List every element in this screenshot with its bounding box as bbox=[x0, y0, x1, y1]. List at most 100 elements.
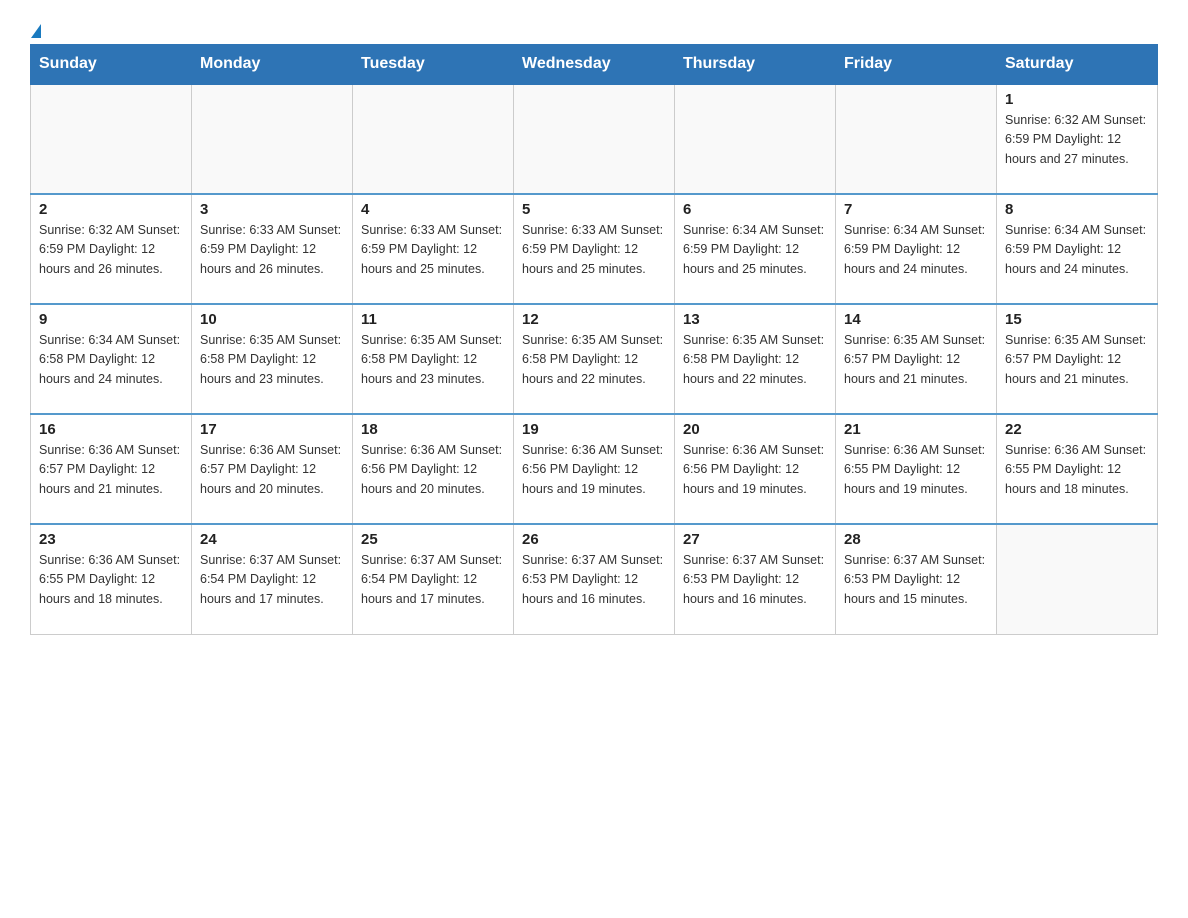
day-number: 27 bbox=[683, 531, 827, 548]
day-cell: 4 Sunrise: 6:33 AM Sunset: 6:59 PM Daylig… bbox=[353, 194, 514, 304]
day-cell bbox=[353, 84, 514, 194]
day-cell: 21 Sunrise: 6:36 AM Sunset: 6:55 PM Dayli… bbox=[836, 414, 997, 524]
day-number: 8 bbox=[1005, 201, 1149, 218]
calendar-table: SundayMondayTuesdayWednesdayThursdayFrid… bbox=[30, 44, 1158, 635]
day-header-friday: Friday bbox=[836, 45, 997, 85]
day-cell: 3 Sunrise: 6:33 AM Sunset: 6:59 PM Daylig… bbox=[192, 194, 353, 304]
day-info: Sunrise: 6:32 AM Sunset: 6:59 PM Dayligh… bbox=[1005, 111, 1149, 169]
day-cell bbox=[31, 84, 192, 194]
day-header-sunday: Sunday bbox=[31, 45, 192, 85]
day-info: Sunrise: 6:33 AM Sunset: 6:59 PM Dayligh… bbox=[361, 221, 505, 279]
week-row-2: 2Sunrise: 6:32 AM Sunset: 6:59 PM Daylig… bbox=[31, 194, 1158, 304]
day-number: 17 bbox=[200, 421, 344, 438]
day-number: 14 bbox=[844, 311, 988, 328]
day-cell: 13Sunrise: 6:35 AM Sunset: 6:58 PM Dayli… bbox=[675, 304, 836, 414]
day-cell: 15 Sunrise: 6:35 AM Sunset: 6:57 PM Dayli… bbox=[997, 304, 1158, 414]
day-cell: 6Sunrise: 6:34 AM Sunset: 6:59 PM Daylig… bbox=[675, 194, 836, 304]
day-cell: 22 Sunrise: 6:36 AM Sunset: 6:55 PM Dayli… bbox=[997, 414, 1158, 524]
week-row-4: 16 Sunrise: 6:36 AM Sunset: 6:57 PM Dayli… bbox=[31, 414, 1158, 524]
day-header-tuesday: Tuesday bbox=[353, 45, 514, 85]
day-cell: 17 Sunrise: 6:36 AM Sunset: 6:57 PM Dayli… bbox=[192, 414, 353, 524]
day-info: Sunrise: 6:36 AM Sunset: 6:55 PM Dayligh… bbox=[39, 551, 183, 609]
days-header-row: SundayMondayTuesdayWednesdayThursdayFrid… bbox=[31, 45, 1158, 85]
day-info: Sunrise: 6:35 AM Sunset: 6:58 PM Dayligh… bbox=[361, 331, 505, 389]
day-header-saturday: Saturday bbox=[997, 45, 1158, 85]
day-cell bbox=[836, 84, 997, 194]
day-info: Sunrise: 6:37 AM Sunset: 6:53 PM Dayligh… bbox=[844, 551, 988, 609]
day-cell: 11 Sunrise: 6:35 AM Sunset: 6:58 PM Dayli… bbox=[353, 304, 514, 414]
day-info: Sunrise: 6:37 AM Sunset: 6:53 PM Dayligh… bbox=[522, 551, 666, 609]
day-info: Sunrise: 6:37 AM Sunset: 6:54 PM Dayligh… bbox=[200, 551, 344, 609]
day-info: Sunrise: 6:35 AM Sunset: 6:57 PM Dayligh… bbox=[1005, 331, 1149, 389]
page-header bbox=[30, 20, 1158, 34]
day-number: 21 bbox=[844, 421, 988, 438]
day-info: Sunrise: 6:34 AM Sunset: 6:58 PM Dayligh… bbox=[39, 331, 183, 389]
day-cell: 26 Sunrise: 6:37 AM Sunset: 6:53 PM Dayli… bbox=[514, 524, 675, 634]
day-number: 7 bbox=[844, 201, 988, 218]
logo-triangle-icon bbox=[31, 24, 41, 38]
day-number: 25 bbox=[361, 531, 505, 548]
day-number: 22 bbox=[1005, 421, 1149, 438]
day-cell bbox=[997, 524, 1158, 634]
day-number: 11 bbox=[361, 311, 505, 328]
day-number: 16 bbox=[39, 421, 183, 438]
day-info: Sunrise: 6:36 AM Sunset: 6:57 PM Dayligh… bbox=[200, 441, 344, 499]
day-info: Sunrise: 6:36 AM Sunset: 6:55 PM Dayligh… bbox=[1005, 441, 1149, 499]
day-number: 10 bbox=[200, 311, 344, 328]
day-number: 20 bbox=[683, 421, 827, 438]
day-number: 2 bbox=[39, 201, 183, 218]
day-number: 19 bbox=[522, 421, 666, 438]
day-cell: 19 Sunrise: 6:36 AM Sunset: 6:56 PM Dayli… bbox=[514, 414, 675, 524]
day-number: 23 bbox=[39, 531, 183, 548]
day-info: Sunrise: 6:36 AM Sunset: 6:57 PM Dayligh… bbox=[39, 441, 183, 499]
day-info: Sunrise: 6:37 AM Sunset: 6:53 PM Dayligh… bbox=[683, 551, 827, 609]
day-number: 18 bbox=[361, 421, 505, 438]
day-number: 26 bbox=[522, 531, 666, 548]
day-info: Sunrise: 6:34 AM Sunset: 6:59 PM Dayligh… bbox=[844, 221, 988, 279]
day-number: 13 bbox=[683, 311, 827, 328]
day-info: Sunrise: 6:33 AM Sunset: 6:59 PM Dayligh… bbox=[522, 221, 666, 279]
day-cell: 28Sunrise: 6:37 AM Sunset: 6:53 PM Dayli… bbox=[836, 524, 997, 634]
day-number: 4 bbox=[361, 201, 505, 218]
day-info: Sunrise: 6:36 AM Sunset: 6:56 PM Dayligh… bbox=[361, 441, 505, 499]
day-cell: 5 Sunrise: 6:33 AM Sunset: 6:59 PM Daylig… bbox=[514, 194, 675, 304]
week-row-5: 23 Sunrise: 6:36 AM Sunset: 6:55 PM Dayli… bbox=[31, 524, 1158, 634]
day-info: Sunrise: 6:35 AM Sunset: 6:58 PM Dayligh… bbox=[522, 331, 666, 389]
day-cell: 25 Sunrise: 6:37 AM Sunset: 6:54 PM Dayli… bbox=[353, 524, 514, 634]
day-cell: 12Sunrise: 6:35 AM Sunset: 6:58 PM Dayli… bbox=[514, 304, 675, 414]
day-info: Sunrise: 6:33 AM Sunset: 6:59 PM Dayligh… bbox=[200, 221, 344, 279]
week-row-1: 1 Sunrise: 6:32 AM Sunset: 6:59 PM Daylig… bbox=[31, 84, 1158, 194]
day-cell: 14 Sunrise: 6:35 AM Sunset: 6:57 PM Dayli… bbox=[836, 304, 997, 414]
day-cell bbox=[192, 84, 353, 194]
day-cell bbox=[675, 84, 836, 194]
day-header-wednesday: Wednesday bbox=[514, 45, 675, 85]
day-cell bbox=[514, 84, 675, 194]
day-cell: 1 Sunrise: 6:32 AM Sunset: 6:59 PM Daylig… bbox=[997, 84, 1158, 194]
logo-area bbox=[30, 20, 42, 34]
day-number: 1 bbox=[1005, 91, 1149, 108]
day-number: 24 bbox=[200, 531, 344, 548]
day-cell: 27 Sunrise: 6:37 AM Sunset: 6:53 PM Dayli… bbox=[675, 524, 836, 634]
day-header-monday: Monday bbox=[192, 45, 353, 85]
day-number: 9 bbox=[39, 311, 183, 328]
day-info: Sunrise: 6:36 AM Sunset: 6:55 PM Dayligh… bbox=[844, 441, 988, 499]
day-cell: 9 Sunrise: 6:34 AM Sunset: 6:58 PM Daylig… bbox=[31, 304, 192, 414]
day-info: Sunrise: 6:36 AM Sunset: 6:56 PM Dayligh… bbox=[522, 441, 666, 499]
day-info: Sunrise: 6:37 AM Sunset: 6:54 PM Dayligh… bbox=[361, 551, 505, 609]
day-info: Sunrise: 6:34 AM Sunset: 6:59 PM Dayligh… bbox=[1005, 221, 1149, 279]
day-number: 15 bbox=[1005, 311, 1149, 328]
day-header-thursday: Thursday bbox=[675, 45, 836, 85]
day-cell: 18 Sunrise: 6:36 AM Sunset: 6:56 PM Dayli… bbox=[353, 414, 514, 524]
day-cell: 10Sunrise: 6:35 AM Sunset: 6:58 PM Dayli… bbox=[192, 304, 353, 414]
logo bbox=[30, 20, 42, 34]
day-info: Sunrise: 6:36 AM Sunset: 6:56 PM Dayligh… bbox=[683, 441, 827, 499]
day-cell: 23 Sunrise: 6:36 AM Sunset: 6:55 PM Dayli… bbox=[31, 524, 192, 634]
day-cell: 24 Sunrise: 6:37 AM Sunset: 6:54 PM Dayli… bbox=[192, 524, 353, 634]
day-info: Sunrise: 6:34 AM Sunset: 6:59 PM Dayligh… bbox=[683, 221, 827, 279]
day-info: Sunrise: 6:35 AM Sunset: 6:57 PM Dayligh… bbox=[844, 331, 988, 389]
day-number: 3 bbox=[200, 201, 344, 218]
day-cell: 2Sunrise: 6:32 AM Sunset: 6:59 PM Daylig… bbox=[31, 194, 192, 304]
day-number: 5 bbox=[522, 201, 666, 218]
day-cell: 8 Sunrise: 6:34 AM Sunset: 6:59 PM Daylig… bbox=[997, 194, 1158, 304]
day-cell: 16 Sunrise: 6:36 AM Sunset: 6:57 PM Dayli… bbox=[31, 414, 192, 524]
